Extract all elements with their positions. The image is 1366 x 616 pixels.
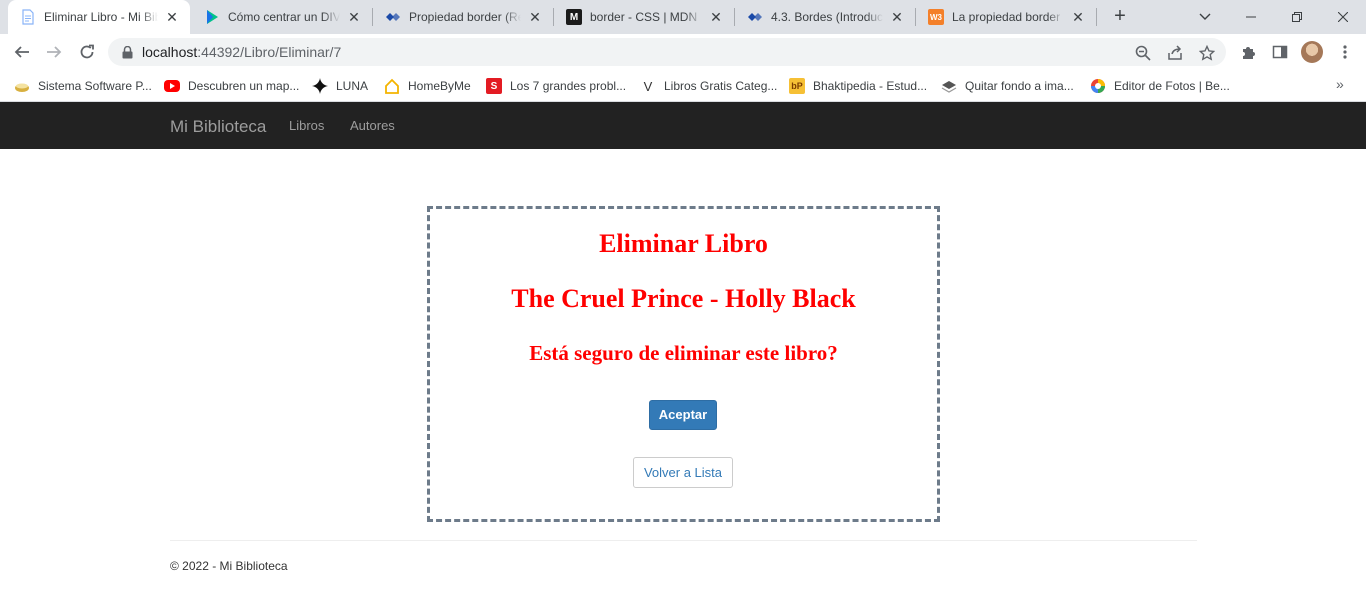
bookmark-editor-fotos[interactable]: Editor de Fotos | Be... <box>1090 76 1230 96</box>
footer-divider <box>170 540 1197 541</box>
v-logo-icon: V <box>643 78 653 94</box>
reload-icon <box>80 44 94 59</box>
mdn-icon: M <box>566 9 582 25</box>
s-logo-icon: S <box>486 78 502 94</box>
close-icon[interactable]: ✕ <box>1070 9 1086 25</box>
youtube-icon <box>164 80 180 92</box>
close-window-button[interactable] <box>1320 0 1366 34</box>
browser-toolbar: localhost:44392/Libro/Eliminar/7 <box>0 34 1366 70</box>
bookmark-homebyme[interactable]: HomeByMe <box>384 76 471 96</box>
delete-confirmation-box: Eliminar Libro The Cruel Prince - Holly … <box>427 206 940 522</box>
brand-link[interactable]: Mi Biblioteca <box>170 117 266 137</box>
confirmation-question: Está seguro de eliminar este libro? <box>529 341 838 365</box>
bookmark-libros-gratis[interactable]: V Libros Gratis Categ... <box>640 76 778 96</box>
reload-button[interactable] <box>75 40 99 64</box>
site-navbar: Mi Biblioteca Libros Autores <box>0 102 1366 149</box>
bookmark-label: Libros Gratis Categ... <box>664 79 778 93</box>
close-icon <box>1338 12 1348 22</box>
house-icon <box>384 78 400 94</box>
close-icon[interactable]: ✕ <box>708 9 724 25</box>
more-bookmarks-button[interactable]: » <box>1336 76 1344 92</box>
bookmark-sistema-software[interactable]: Sistema Software P... <box>14 76 152 96</box>
book-title: The Cruel Prince - Holly Black <box>511 284 856 313</box>
bookmark-label: HomeByMe <box>408 79 471 93</box>
bookmark-label: LUNA <box>336 79 369 93</box>
lock-icon[interactable] <box>120 45 134 59</box>
nav-autores-link[interactable]: Autores <box>350 118 395 133</box>
side-panel-icon[interactable] <box>1270 42 1290 62</box>
tab-bordes-intro[interactable]: 4.3. Bordes (Introducción a CSS) ✕ <box>735 0 915 34</box>
nav-libros-link[interactable]: Libros <box>289 118 324 133</box>
star-icon[interactable] <box>1198 44 1216 62</box>
accept-button[interactable]: Aceptar <box>649 400 717 430</box>
restore-icon <box>1292 12 1302 22</box>
bookmark-label: Descubren un map... <box>188 79 300 93</box>
tab-strip: Eliminar Libro - Mi Biblioteca ✕ Cómo ce… <box>0 0 1366 34</box>
bp-logo-icon: bP <box>789 78 805 94</box>
page-title: Eliminar Libro <box>599 229 768 258</box>
close-icon[interactable]: ✕ <box>164 9 180 25</box>
tab-w3-border[interactable]: W3 La propiedad border ✕ <box>916 0 1096 34</box>
tab-title: Propiedad border (Referencia) <box>409 10 521 24</box>
url-text: localhost:44392/Libro/Eliminar/7 <box>142 44 341 60</box>
tab-mdn-border[interactable]: M border - CSS | MDN ✕ <box>554 0 734 34</box>
close-icon[interactable]: ✕ <box>527 9 543 25</box>
tab-title: La propiedad border <box>952 10 1061 24</box>
color-wheel-icon <box>1090 78 1106 94</box>
bookmark-7-grandes[interactable]: S Los 7 grandes probl... <box>486 76 626 96</box>
tab-search-button[interactable] <box>1182 0 1228 34</box>
extensions-icon[interactable] <box>1238 42 1258 62</box>
layers-icon <box>941 78 957 94</box>
sparkle-icon <box>312 78 328 94</box>
bookmark-descubren[interactable]: Descubren un map... <box>164 76 299 96</box>
close-icon[interactable]: ✕ <box>889 9 905 25</box>
address-bar[interactable]: localhost:44392/Libro/Eliminar/7 <box>108 38 1226 66</box>
minimize-icon <box>1246 16 1256 18</box>
footer-text: © 2022 - Mi Biblioteca <box>170 559 288 573</box>
bookmark-luna[interactable]: LUNA <box>312 76 368 96</box>
arrow-left-icon <box>14 46 29 58</box>
bookmark-label: Bhaktipedia - Estud... <box>813 79 928 93</box>
new-tab-button[interactable]: + <box>1108 5 1132 29</box>
share-icon[interactable] <box>1166 44 1184 62</box>
tab-title: Cómo centrar un DIV con CSS <box>228 10 340 24</box>
bookmark-label: Quitar fondo a ima... <box>965 79 1074 93</box>
diamond-icon <box>747 9 763 25</box>
arrow-right-icon <box>47 46 62 58</box>
chevron-down-icon <box>1199 13 1211 20</box>
bookmark-label: Los 7 grandes probl... <box>510 79 627 93</box>
diamond-icon <box>385 9 401 25</box>
forward-button[interactable] <box>42 40 66 64</box>
menu-icon[interactable] <box>1335 42 1355 62</box>
bowl-icon <box>14 78 30 94</box>
tab-separator <box>1096 8 1097 26</box>
bookmark-bhaktipedia[interactable]: bP Bhaktipedia - Estud... <box>789 76 927 96</box>
zoom-icon[interactable] <box>1134 44 1152 62</box>
tab-title: border - CSS | MDN <box>590 10 698 24</box>
profile-avatar[interactable] <box>1301 41 1323 63</box>
play-icon <box>204 9 220 25</box>
tab-title: 4.3. Bordes (Introducción a CSS) <box>771 10 883 24</box>
page-icon <box>20 9 36 25</box>
bookmark-quitar-fondo[interactable]: Quitar fondo a ima... <box>941 76 1074 96</box>
url-host: localhost <box>142 44 198 60</box>
tab-eliminar-libro[interactable]: Eliminar Libro - Mi Biblioteca ✕ <box>8 0 190 34</box>
tab-propiedad-border[interactable]: Propiedad border (Referencia) ✕ <box>373 0 553 34</box>
close-icon[interactable]: ✕ <box>346 9 362 25</box>
w3-icon: W3 <box>928 9 944 25</box>
bookmarks-bar: Sistema Software P... Descubren un map..… <box>0 70 1366 102</box>
bookmark-label: Sistema Software P... <box>38 79 152 93</box>
back-button[interactable] <box>10 40 34 64</box>
minimize-button[interactable] <box>1228 0 1274 34</box>
restore-button[interactable] <box>1274 0 1320 34</box>
tab-title: Eliminar Libro - Mi Biblioteca <box>44 10 158 24</box>
bookmark-label: Editor de Fotos | Be... <box>1114 79 1230 93</box>
tab-centrar-div[interactable]: Cómo centrar un DIV con CSS ✕ <box>192 0 372 34</box>
url-path: :44392/Libro/Eliminar/7 <box>197 44 342 60</box>
back-to-list-button[interactable]: Volver a Lista <box>633 457 733 488</box>
